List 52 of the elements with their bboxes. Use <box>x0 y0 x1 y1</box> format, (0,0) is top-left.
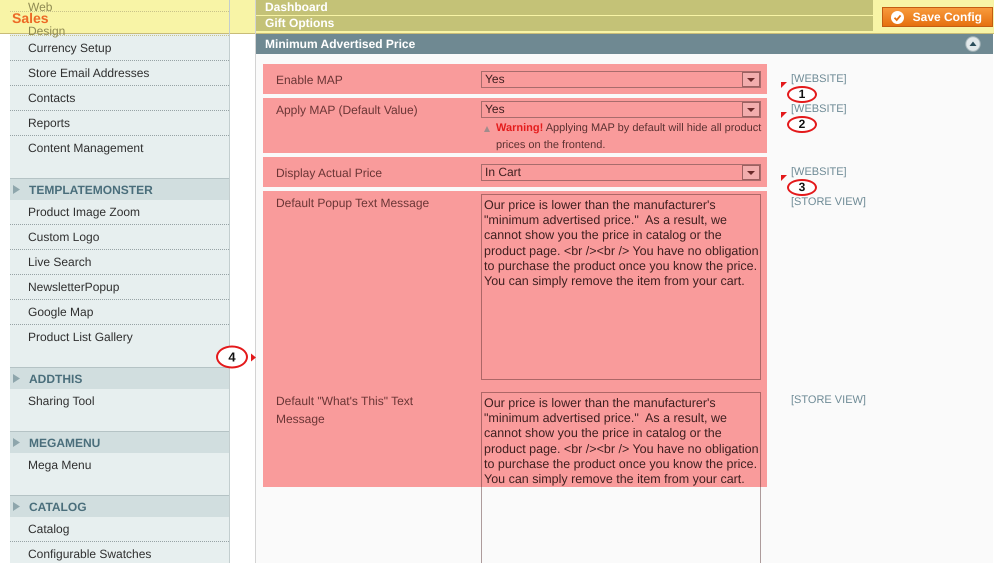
section-title: MEGAMENU <box>29 436 100 450</box>
scope-label: [WEBSITE] <box>791 167 847 178</box>
step-marker: 4 <box>216 346 248 368</box>
corner-pointer-icon <box>781 82 787 88</box>
scope-label: [STORE VIEW] <box>791 395 866 406</box>
caret-icon <box>13 185 20 194</box>
caret-icon <box>13 502 20 511</box>
sidebar-link[interactable]: Contacts <box>28 91 76 105</box>
field-label: Apply MAP (Default Value) <box>276 103 418 117</box>
scope-label: [WEBSITE] <box>791 104 847 115</box>
sidebar-link[interactable]: NewsletterPopup <box>28 280 120 294</box>
step-marker: 1 <box>787 86 817 103</box>
arrow-pointer-icon <box>251 353 256 361</box>
section-title: TEMPLATEMONSTER <box>29 182 153 196</box>
sidebar-link[interactable]: Reports <box>28 116 70 130</box>
dropdown-field[interactable]: Yes <box>481 101 761 118</box>
field-label: Display Actual Price <box>276 166 382 180</box>
warning-text: Warning! Applying MAP by default will hide all product prices on the frontend. <box>496 121 762 153</box>
sidebar-link[interactable]: Mega Menu <box>28 458 92 472</box>
dropdown-field[interactable]: Yes <box>481 71 761 88</box>
sidebar-link[interactable]: Catalog <box>28 522 70 536</box>
corner-pointer-icon <box>781 112 787 118</box>
corner-pointer-icon <box>781 175 787 181</box>
step-marker: 3 <box>787 179 817 196</box>
dropdown-field[interactable]: In Cart <box>481 164 761 181</box>
sidebar-link[interactable]: Google Map <box>28 305 94 319</box>
sidebar-link[interactable]: Live Search <box>28 255 92 269</box>
textarea-field[interactable]: Our price is lower than the manufacturer's "minimum advertised price." As a result, we cannot show you the price in catalog or the product page. <br /><br /> You have no obligation to purchase the product once you know the price. You can simply remove the item from your cart. <box>481 194 761 380</box>
sidebar-link[interactable]: Product Image Zoom <box>28 205 140 219</box>
scope-label: [WEBSITE] <box>791 74 847 85</box>
triangle-icon <box>484 126 490 132</box>
scope-label: [STORE VIEW] <box>791 197 866 208</box>
sidebar-link[interactable]: Currency Setup <box>28 41 112 55</box>
fieldset-header[interactable]: Minimum Advertised Price <box>256 34 993 54</box>
sidebar-link[interactable]: Configurable Swatches <box>28 547 152 561</box>
textarea-field[interactable]: Our price is lower than the manufacturer's "minimum advertised price." As a result, we cannot show you the price in catalog or the product page. <br /><br /> You have no obligation to purchase the product once you know the price. You can simply remove the item from your cart. <box>481 392 761 563</box>
sidebar-link[interactable]: Custom Logo <box>28 230 100 244</box>
caret-icon <box>13 374 20 383</box>
sidebar-link[interactable]: Store Email Addresses <box>28 66 150 80</box>
sidebar-link[interactable]: Content Management <box>28 141 144 155</box>
caret-icon <box>13 438 20 447</box>
field-label: Default Popup Text Message <box>276 196 430 210</box>
section-title: CATALOG <box>29 500 87 514</box>
field-label: Enable MAP <box>276 73 343 87</box>
sidebar-link[interactable]: Product List Gallery <box>28 330 133 344</box>
field-label: Default "What's This" Text Message <box>276 394 414 426</box>
sidebar-link[interactable]: Sharing Tool <box>28 394 94 408</box>
collapse-icon[interactable] <box>965 36 981 52</box>
sales-label: Sales <box>12 12 49 24</box>
step-marker: 2 <box>787 116 817 133</box>
section-title: ADDTHIS <box>29 372 82 386</box>
check-circle-icon <box>890 10 904 24</box>
